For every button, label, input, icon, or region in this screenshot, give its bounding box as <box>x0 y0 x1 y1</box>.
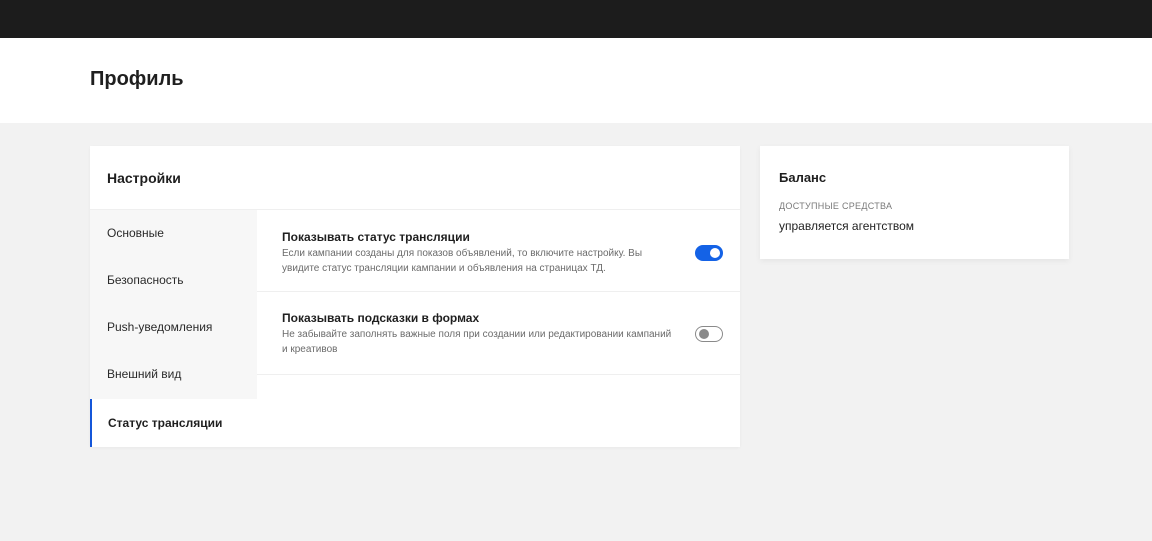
settings-title: Настройки <box>107 170 181 186</box>
toggle-knob <box>699 328 709 339</box>
page-header: Профиль <box>0 38 1152 123</box>
setting-row-broadcast-status: Показывать статус трансляции Если кампан… <box>257 210 740 292</box>
nav-item-security[interactable]: Безопасность <box>90 257 257 304</box>
setting-description: Если кампании созданы для показов объявл… <box>282 248 643 274</box>
nav-item-general[interactable]: Основные <box>90 210 257 257</box>
toggle-knob <box>710 248 720 258</box>
nav-item-push-notifications[interactable]: Push-уведомления <box>90 304 257 351</box>
setting-row-form-hints: Показывать подсказки в формах Не забывай… <box>257 292 740 375</box>
form-hints-toggle[interactable] <box>695 326 723 342</box>
setting-description: Не забывайте заполнять важные поля при с… <box>282 329 672 355</box>
settings-content: Показывать статус трансляции Если кампан… <box>257 210 740 447</box>
balance-card: Баланс ДОСТУПНЫЕ СРЕДСТВА управляется аг… <box>760 146 1069 259</box>
setting-title: Показывать статус трансляции <box>282 230 470 244</box>
available-funds-label: ДОСТУПНЫЕ СРЕДСТВА <box>779 201 893 211</box>
balance-title: Баланс <box>779 170 827 185</box>
top-bar <box>0 0 1152 38</box>
nav-item-broadcast-status[interactable]: Статус трансляции <box>90 399 257 447</box>
settings-nav: Основные Безопасность Push-уведомления В… <box>90 210 257 447</box>
broadcast-status-toggle[interactable] <box>695 245 723 261</box>
available-funds-value: управляется агентством <box>779 219 915 233</box>
nav-item-appearance[interactable]: Внешний вид <box>90 351 257 398</box>
setting-title: Показывать подсказки в формах <box>282 311 480 325</box>
settings-card: Настройки Основные Безопасность Push-уве… <box>90 146 740 447</box>
page-title: Профиль <box>90 68 184 90</box>
